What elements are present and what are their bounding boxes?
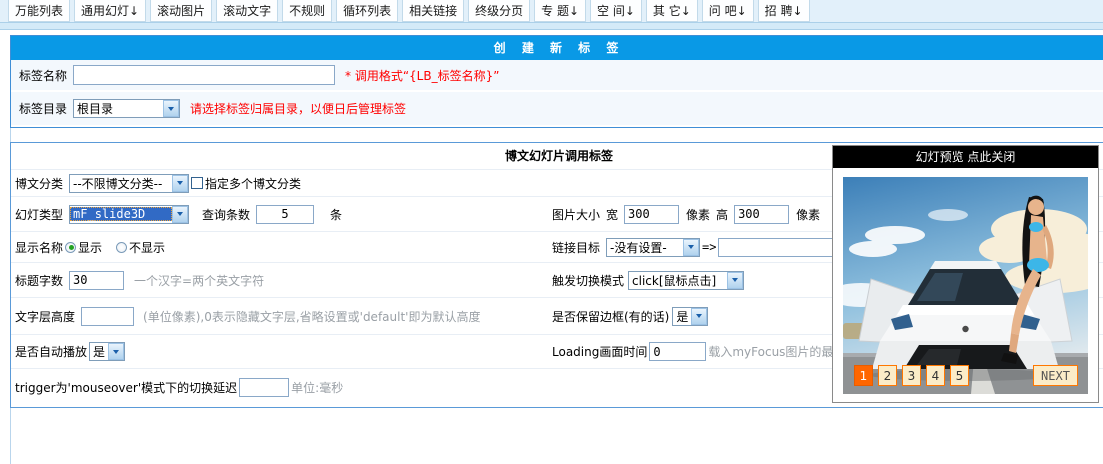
trigger-mode-label: 触发切换模式 (552, 272, 624, 289)
pager-button-1[interactable]: 1 (854, 365, 873, 386)
loading-time-input[interactable] (649, 342, 706, 361)
tag-dir-label: 标签目录 (19, 100, 67, 117)
menu-divider-band (0, 22, 1103, 30)
top-menu-bar: 万能列表 通用幻灯↓ 滚动图片 滚动文字 不规则 循环列表 相关链接 终级分页 … (0, 0, 1103, 22)
link-target-label: 链接目标 (552, 239, 600, 256)
menu-item-final-paging[interactable]: 终级分页 (468, 0, 530, 22)
slide-type-label: 幻灯类型 (15, 206, 63, 223)
trigger-delay-input[interactable] (239, 378, 289, 397)
query-count-input[interactable] (256, 205, 314, 224)
chevron-down-icon (172, 206, 188, 223)
menu-item-scroll-text[interactable]: 滚动文字 (216, 0, 278, 22)
link-target-select[interactable]: -没有设置- (606, 238, 700, 257)
image-height-unit: 像素 (796, 206, 820, 223)
tag-name-row: 标签名称 * 调用格式“{LB_标签名称}” (11, 60, 1103, 92)
menu-item-related-links[interactable]: 相关链接 (402, 0, 464, 22)
create-tag-box: 创 建 新 标 签 标签名称 * 调用格式“{LB_标签名称}” 标签目录 根目… (10, 35, 1103, 128)
slideshow-image[interactable] (843, 177, 1088, 394)
image-width-unit: 像素 (686, 206, 710, 223)
keep-border-label: 是否保留边框(有的话) (552, 308, 669, 325)
keep-border-select-value: 是 (673, 308, 691, 325)
image-width-label: 宽 (606, 206, 618, 223)
show-name-label: 显示名称 (15, 239, 63, 256)
title-chars-input[interactable] (69, 271, 124, 290)
preview-close-header[interactable]: 幻灯预览 点此关闭 (833, 146, 1098, 168)
pager-button-2[interactable]: 2 (878, 365, 897, 386)
tag-name-input[interactable] (73, 65, 335, 85)
blog-category-label: 博文分类 (15, 175, 63, 192)
image-height-input[interactable] (734, 205, 789, 224)
menu-item-space[interactable]: 空 间↓ (590, 0, 642, 22)
show-name-radio-show[interactable] (65, 242, 76, 253)
multi-category-checkbox[interactable] (191, 177, 203, 189)
keep-border-select[interactable]: 是 (672, 307, 708, 326)
create-tag-header: 创 建 新 标 签 (11, 36, 1103, 60)
preview-pager: 1 2 3 4 5 (854, 365, 969, 386)
pager-button-5[interactable]: 5 (950, 365, 969, 386)
tag-name-label: 标签名称 (19, 67, 67, 84)
query-count-unit: 条 (330, 206, 342, 223)
menu-item-general-slide[interactable]: 通用幻灯↓ (74, 0, 146, 22)
image-size-label: 图片大小 (552, 206, 600, 223)
show-name-option-hide: 不显示 (129, 239, 165, 256)
multi-category-label: 指定多个博文分类 (205, 175, 301, 192)
menu-item-ask[interactable]: 问 吧↓ (702, 0, 754, 22)
link-target-select-value: -没有设置- (607, 239, 683, 256)
trigger-mode-select[interactable]: click[鼠标点击] (628, 271, 744, 290)
pager-button-3[interactable]: 3 (902, 365, 921, 386)
blog-category-select[interactable]: --不限博文分类-- (69, 174, 189, 193)
link-target-arrow: => (702, 240, 716, 254)
trigger-delay-label: trigger为'mouseover'模式下的切换延迟 (15, 379, 237, 396)
pager-next-button[interactable]: NEXT (1033, 365, 1078, 386)
menu-item-recruit[interactable]: 招 聘↓ (758, 0, 810, 22)
auto-play-select[interactable]: 是 (89, 342, 125, 361)
image-height-label: 高 (716, 206, 728, 223)
text-layer-hint: (单位像素),0表示隐藏文字层,省略设置或'default'即为默认高度 (143, 308, 480, 325)
tag-dir-row: 标签目录 根目录 请选择标签归属目录，以便日后管理标签 (11, 92, 1103, 125)
query-count-label: 查询条数 (202, 206, 250, 223)
menu-item-topics[interactable]: 专 题↓ (534, 0, 586, 22)
chevron-down-icon (163, 100, 179, 117)
text-layer-label: 文字层高度 (15, 308, 75, 325)
title-chars-label: 标题字数 (15, 272, 63, 289)
menu-item-other[interactable]: 其 它↓ (646, 0, 698, 22)
image-width-input[interactable] (624, 205, 679, 224)
menu-item-scroll-image[interactable]: 滚动图片 (150, 0, 212, 22)
preview-stage: 1 2 3 4 5 NEXT (843, 177, 1088, 394)
chevron-down-icon (108, 343, 124, 360)
pager-button-4[interactable]: 4 (926, 365, 945, 386)
chevron-down-icon (172, 175, 188, 192)
trigger-delay-hint: 单位:毫秒 (291, 379, 343, 396)
slide-preview-panel: 幻灯预览 点此关闭 (832, 145, 1099, 403)
tag-dir-select[interactable]: 根目录 (73, 99, 180, 118)
menu-item-irregular[interactable]: 不规则 (282, 0, 332, 22)
text-layer-input[interactable] (81, 307, 134, 326)
show-name-radio-hide[interactable] (116, 242, 127, 253)
auto-play-select-value: 是 (90, 343, 108, 360)
title-chars-hint: 一个汉字=两个英文字符 (134, 272, 264, 289)
menu-item-universal-list[interactable]: 万能列表 (8, 0, 70, 22)
tag-dir-hint: 请选择标签归属目录，以便日后管理标签 (190, 100, 406, 117)
tag-dir-select-value: 根目录 (74, 100, 163, 117)
menu-item-loop-list[interactable]: 循环列表 (336, 0, 398, 22)
auto-play-label: 是否自动播放 (15, 343, 87, 360)
chevron-down-icon (683, 239, 699, 256)
slide-type-select[interactable]: mF_slide3D (69, 205, 189, 224)
loading-time-label: Loading画面时间 (552, 343, 647, 360)
tag-name-hint: * 调用格式“{LB_标签名称}” (345, 67, 499, 84)
blog-category-select-value: --不限博文分类-- (70, 175, 172, 192)
chevron-down-icon (727, 272, 743, 289)
slide-type-select-value: mF_slide3D (70, 207, 172, 221)
show-name-option-show: 显示 (78, 239, 102, 256)
chevron-down-icon (691, 308, 707, 325)
trigger-mode-select-value: click[鼠标点击] (629, 272, 727, 289)
